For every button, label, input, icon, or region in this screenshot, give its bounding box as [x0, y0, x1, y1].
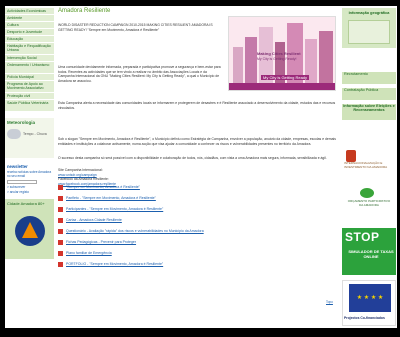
sidebar-item-saude-publica[interactable]: Saúde Pública Veterinária: [5, 100, 54, 112]
sidebar-item-ambiente[interactable]: Ambiente: [5, 15, 54, 22]
right-sidebar: Informação geográfica Recrutamento Contr…: [342, 8, 396, 328]
document-link[interactable]: Panfleto - "Sempre em Movimento, Amadora…: [66, 196, 156, 200]
left-sidebar: Actividades Económicas Ambiente Cultura …: [5, 8, 54, 328]
page-title: Amadora Resiliente: [58, 8, 111, 14]
sidebar-item-cultura[interactable]: Cultura: [5, 22, 54, 29]
newsletter-unsubscribe-link[interactable]: > anular registo: [7, 190, 52, 194]
sidebar-item-intervencao-social[interactable]: Intervenção Social: [5, 55, 54, 62]
cidade-amadora-title: Cidade Amadora 80+: [7, 201, 45, 206]
orcamento-text: ORÇAMENTO PARTICIPATIVO DA AMADORA: [347, 199, 391, 207]
newsletter-description: receba notícias sobre Amadora no seu ema…: [7, 170, 52, 178]
list-item[interactable]: Participantes - "Sempre em Movimento, Am…: [58, 205, 336, 213]
eleicoes-info-label: Informação sobre Eleições e Recenseament…: [343, 104, 395, 112]
list-item[interactable]: Panfleto - "Sempre em Movimento, Amadora…: [58, 194, 336, 202]
orcamento-logo: [360, 188, 374, 198]
sidebar-item-actividades-economicas[interactable]: Actividades Económicas: [5, 8, 54, 15]
pdf-icon: [58, 261, 63, 267]
stop-simulator-banner[interactable]: STOP SIMULADOR DE TAXAS ONLINE: [342, 228, 396, 275]
document-link[interactable]: Plano familiar de Emergência: [66, 251, 112, 255]
paragraph-community: Uma comunidade devidamente informada, pr…: [58, 65, 221, 83]
list-item[interactable]: PORTFOLIO - "Sempre em Movimento, Amador…: [58, 260, 336, 268]
cloud-icon: [7, 129, 21, 139]
list-item[interactable]: Plano familiar de Emergência: [58, 249, 336, 257]
document-link[interactable]: Participantes - "Sempre em Movimento, Am…: [66, 207, 163, 211]
contratacao-label: Contratação Pública: [344, 88, 379, 92]
weather-row: Tempo - Chuva: [7, 129, 52, 139]
pdf-icon: [58, 206, 63, 212]
main-content: Amadora Resiliente Making Cities Resilie…: [58, 8, 340, 326]
internacionalizacao-text: INTERNACIONALIZAÇÃO E INVESTIMENTO NA AM…: [344, 161, 388, 169]
eu-stars-icon: ★ ★ ★ ★: [356, 295, 384, 301]
weather-widget: Meteorologia Tempo - Chuva: [5, 118, 54, 158]
document-list: "Sempre em Movimento, Amadora é Resilien…: [58, 183, 336, 271]
stop-title: STOP: [345, 230, 380, 244]
hero-caption-banner: My City is Getting Ready: [261, 75, 310, 80]
pdf-icon: [58, 184, 63, 190]
bottom-bar: [0, 328, 400, 337]
internacionalizacao-banner[interactable]: INTERNACIONALIZAÇÃO E INVESTIMENTO NA AM…: [342, 146, 396, 172]
eleicoes-info-link[interactable]: Informação sobre Eleições e Recenseament…: [342, 104, 396, 120]
newsletter-email-field[interactable]: [7, 180, 37, 184]
recrutamento-label: Recrutamento: [344, 72, 368, 76]
newsletter-subscribe-link[interactable]: > subscrever: [7, 185, 52, 189]
campaign-hero-image: Making Cities Resilient My City is Getti…: [228, 16, 336, 91]
campaign-intro: WORLD DISASTER REDUCTION CAMPAIGN 2010-2…: [58, 23, 213, 32]
list-item[interactable]: Cartaz - Amadora Cidade Resiliente: [58, 216, 336, 224]
stop-subtitle: SIMULADOR DE TAXAS ONLINE: [348, 249, 394, 259]
document-link[interactable]: PORTFOLIO - "Sempre em Movimento, Amador…: [66, 262, 163, 266]
eu-projects-label: Projectos Co-financiados: [344, 316, 385, 320]
sidebar-item-habitacao[interactable]: Habitação e Requalificação Urbana: [5, 43, 54, 55]
sidebar-item-desporto[interactable]: Desporto e Juventude: [5, 29, 54, 36]
pdf-icon: [58, 228, 63, 234]
list-item[interactable]: Fichas Pedagógicas - Prevenir para Prote…: [58, 238, 336, 246]
orcamento-participativo-banner[interactable]: ORÇAMENTO PARTICIPATIVO DA AMADORA: [342, 186, 396, 212]
paragraph-slogan: Sob o slogan "Sempre em Movimento, Amado…: [58, 137, 336, 146]
pdf-icon: [58, 217, 63, 223]
document-link[interactable]: Fichas Pedagógicas - Prevenir para Prote…: [66, 240, 136, 244]
pdf-icon: [58, 195, 63, 201]
paragraph-campaign-alert: Esta Campanha alerta a necessidade das c…: [58, 101, 336, 110]
back-to-top-link[interactable]: Topo: [326, 300, 333, 304]
geographic-info-box[interactable]: Informação geográfica: [342, 8, 396, 48]
newsletter-title: newsletter: [7, 164, 28, 169]
list-item[interactable]: Questionário - Avaliação "rápida" dos ri…: [58, 227, 336, 235]
weather-title: Meteorologia: [7, 120, 36, 125]
sidebar-item-programa-apoio[interactable]: Programa de Apoio ao Movimento Associati…: [5, 81, 54, 93]
map-thumbnail: [348, 20, 390, 44]
sidebar-menu: Actividades Económicas Ambiente Cultura …: [5, 8, 54, 112]
hero-caption-getting-ready: My City is Getting Ready!: [257, 57, 297, 61]
cidade-amadora-box[interactable]: Cidade Amadora 80+: [5, 199, 54, 259]
eu-projects-banner[interactable]: ★ ★ ★ ★ Projectos Co-financiados: [342, 280, 396, 326]
contratacao-publica-link[interactable]: Contratação Pública: [342, 88, 396, 100]
weather-condition: Tempo - Chuva: [23, 132, 47, 136]
list-item[interactable]: "Sempre em Movimento, Amadora é Resilien…: [58, 183, 336, 191]
hero-caption-making-cities: Making Cities Resilient: [257, 51, 301, 56]
sidebar-item-ordenamento[interactable]: Ordenamento / Urbanismo: [5, 62, 54, 74]
pdf-icon: [58, 239, 63, 245]
sidebar-item-policia-municipal[interactable]: Polícia Municipal: [5, 74, 54, 81]
top-bar: [0, 0, 400, 6]
sidebar-item-educacao[interactable]: Educação: [5, 36, 54, 43]
geographic-info-title: Informação geográfica: [348, 11, 390, 15]
recrutamento-link[interactable]: Recrutamento: [342, 72, 396, 84]
document-link[interactable]: Questionário - Avaliação "rápida" dos ri…: [66, 229, 204, 233]
pdf-icon: [58, 250, 63, 256]
protecao-civil-logo: [15, 216, 45, 246]
document-link[interactable]: Cartaz - Amadora Cidade Resiliente: [66, 218, 122, 222]
newsletter-widget: newsletter receba notícias sobre Amadora…: [5, 162, 54, 196]
sidebar-item-protecao-civil[interactable]: Protecção civil: [5, 93, 54, 100]
document-link[interactable]: "Sempre em Movimento, Amadora é Resilien…: [66, 185, 140, 189]
paragraph-success: O sucesso desta campanha só será possíve…: [58, 156, 327, 160]
